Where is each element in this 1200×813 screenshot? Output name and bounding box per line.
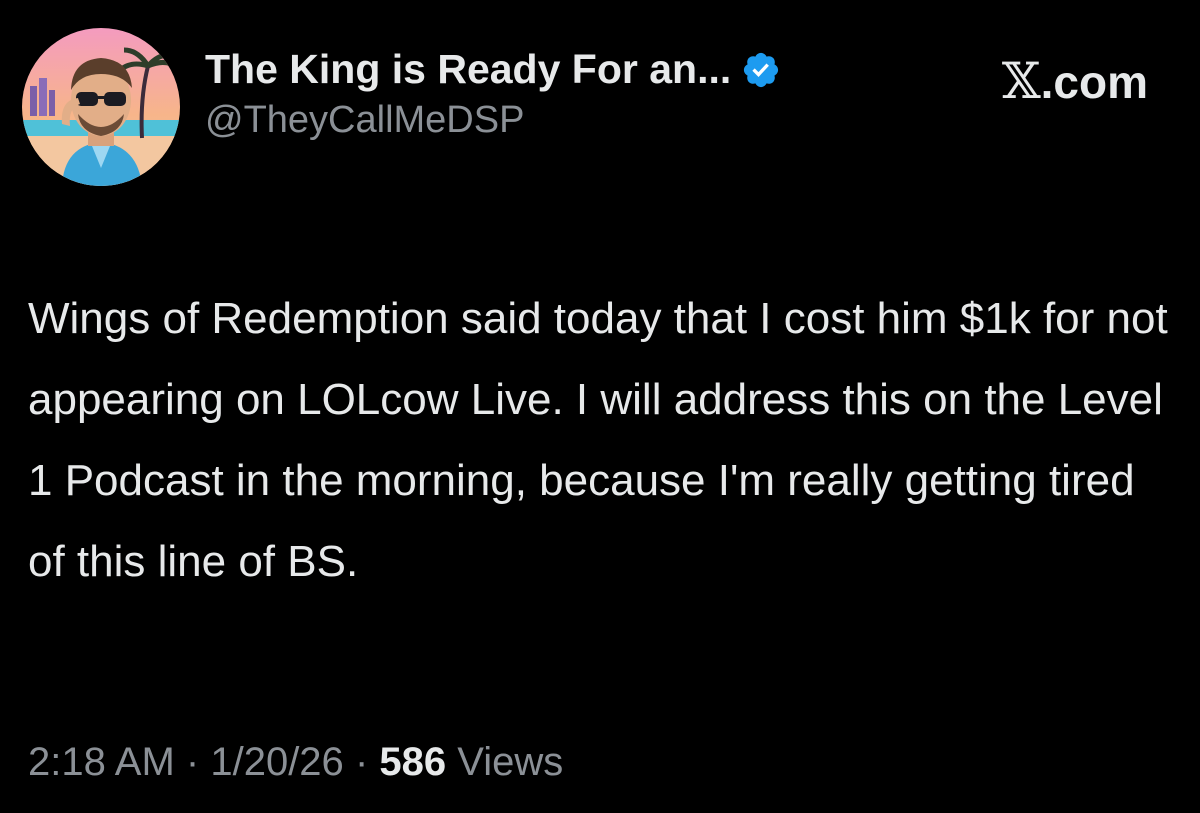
site-suffix: .com <box>1040 56 1148 108</box>
post-time[interactable]: 2:18 AM <box>28 740 175 784</box>
author-display-name[interactable]: The King is Ready For an... <box>205 46 731 93</box>
post-date[interactable]: 1/20/26 <box>210 740 343 784</box>
meta-separator: · <box>354 740 369 784</box>
views-label: Views <box>457 740 564 784</box>
site-watermark: 𝕏.com <box>1002 52 1148 110</box>
post-header: The King is Ready For an... @TheyCallMeD… <box>205 46 781 142</box>
post-text: Wings of Redemption said today that I co… <box>28 294 1168 586</box>
name-row: The King is Ready For an... <box>205 46 781 93</box>
author-handle[interactable]: @TheyCallMeDSP <box>205 99 781 142</box>
verified-badge-icon <box>744 52 779 87</box>
post-meta: 2:18 AM · 1/20/26 · 586 Views <box>28 740 563 785</box>
meta-separator: · <box>185 740 200 784</box>
views-count: 586 <box>379 740 447 784</box>
post-card: The King is Ready For an... @TheyCallMeD… <box>0 0 1200 813</box>
avatar-illustration <box>22 28 180 186</box>
avatar[interactable] <box>22 28 180 186</box>
x-logo-icon: 𝕏 <box>1001 52 1041 110</box>
